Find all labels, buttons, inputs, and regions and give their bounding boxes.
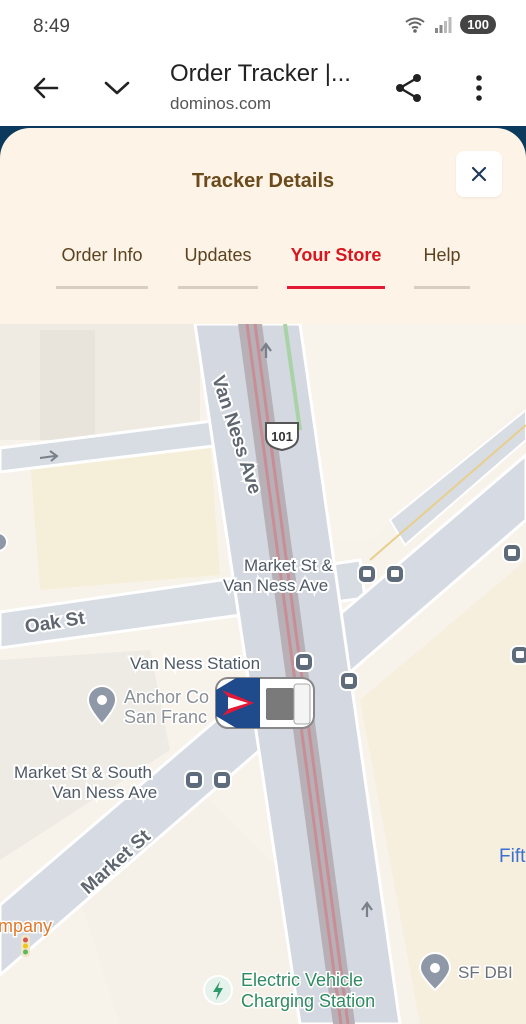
- tab-underline: [414, 286, 470, 289]
- stop-label-market-van-ness: Market St &: [244, 556, 333, 575]
- bus-stop-icon[interactable]: [339, 671, 359, 691]
- collapse-button[interactable]: [95, 66, 139, 110]
- share-button[interactable]: [387, 66, 431, 110]
- store-location-marker[interactable]: [215, 677, 315, 729]
- stop-label-van-ness-station: Van Ness Station: [130, 654, 260, 673]
- place-label-company: mpany: [0, 916, 52, 936]
- ev-charging-icon[interactable]: [203, 975, 233, 1005]
- highway-label: 101: [271, 429, 293, 444]
- tab-label: Updates: [184, 245, 252, 265]
- page-title: Order Tracker |...: [170, 60, 351, 87]
- place-label-ev: Electric Vehicle: [241, 970, 363, 990]
- tab-underline: [56, 286, 148, 289]
- tab-underline: [287, 286, 385, 289]
- chevron-down-icon: [104, 81, 130, 95]
- close-icon: [471, 166, 487, 182]
- tram-stop-icon[interactable]: [357, 564, 377, 584]
- bus-stop-icon[interactable]: [502, 543, 522, 563]
- place-label-ev: Charging Station: [241, 991, 375, 1011]
- tab-order-info[interactable]: Order Info: [56, 245, 148, 289]
- back-arrow-icon: [33, 77, 59, 99]
- browser-toolbar: Order Tracker |... dominos.com: [0, 54, 526, 126]
- store-map[interactable]: 101 Van Ness Ave Oak St Market St Market…: [0, 324, 526, 1024]
- close-button[interactable]: [456, 151, 502, 197]
- highway-101-shield: 101: [265, 422, 299, 452]
- status-icons: 100: [404, 15, 496, 34]
- stop-label-market-south: Van Ness Ave: [52, 783, 157, 802]
- stop-label-market-south: Market St & South: [14, 763, 152, 782]
- bus-stop-icon[interactable]: [385, 564, 405, 584]
- bus-stop-icon[interactable]: [510, 645, 526, 665]
- back-button[interactable]: [24, 66, 68, 110]
- signal-icon: [435, 16, 452, 33]
- tram-stop-icon[interactable]: [294, 652, 314, 672]
- place-label-anchor: San Franc: [124, 707, 207, 727]
- status-bar: 8:49 100: [0, 0, 526, 54]
- wifi-icon: [405, 17, 425, 33]
- tab-underline: [178, 286, 258, 289]
- bus-stop-icon[interactable]: [212, 770, 232, 790]
- tab-your-store[interactable]: Your Store: [287, 245, 385, 289]
- tab-label: Help: [423, 245, 461, 265]
- page-domain: dominos.com: [170, 94, 272, 113]
- tab-updates[interactable]: Updates: [178, 245, 258, 289]
- panel-title: Tracker Details: [191, 170, 335, 192]
- more-options-button[interactable]: [457, 66, 501, 110]
- city-block: [0, 324, 200, 440]
- tab-label: Order Info: [61, 245, 143, 265]
- tram-stop-icon[interactable]: [184, 770, 204, 790]
- tracker-details-panel: Tracker Details Order Info Updates Your …: [0, 128, 526, 325]
- place-label-fifth: Fift: [499, 846, 526, 867]
- battery-indicator: 100: [460, 15, 496, 34]
- place-label-anchor: Anchor Co: [124, 687, 209, 707]
- share-icon: [396, 74, 421, 102]
- more-vert-icon: [476, 75, 482, 101]
- tab-label: Your Store: [290, 245, 382, 265]
- stop-label-market-van-ness: Van Ness Ave: [223, 576, 328, 595]
- status-time: 8:49: [33, 16, 70, 37]
- place-label-sf-dbi: SF DBI: [458, 963, 513, 982]
- traffic-light-icon: [21, 935, 30, 957]
- tab-help[interactable]: Help: [414, 245, 470, 289]
- city-block: [40, 330, 95, 440]
